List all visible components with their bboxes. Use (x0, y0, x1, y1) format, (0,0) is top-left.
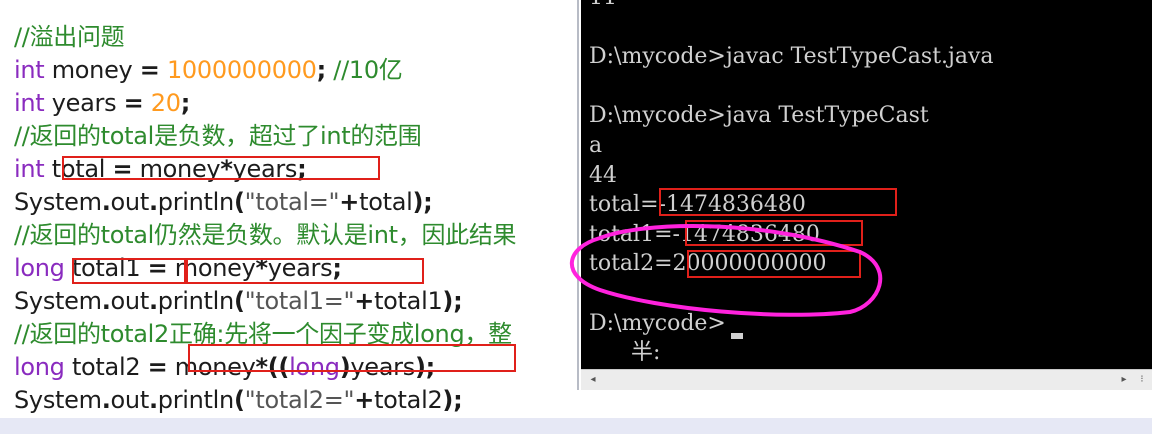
annotation-ellipse (569, 224, 883, 317)
magenta-circle-mark (569, 224, 883, 317)
